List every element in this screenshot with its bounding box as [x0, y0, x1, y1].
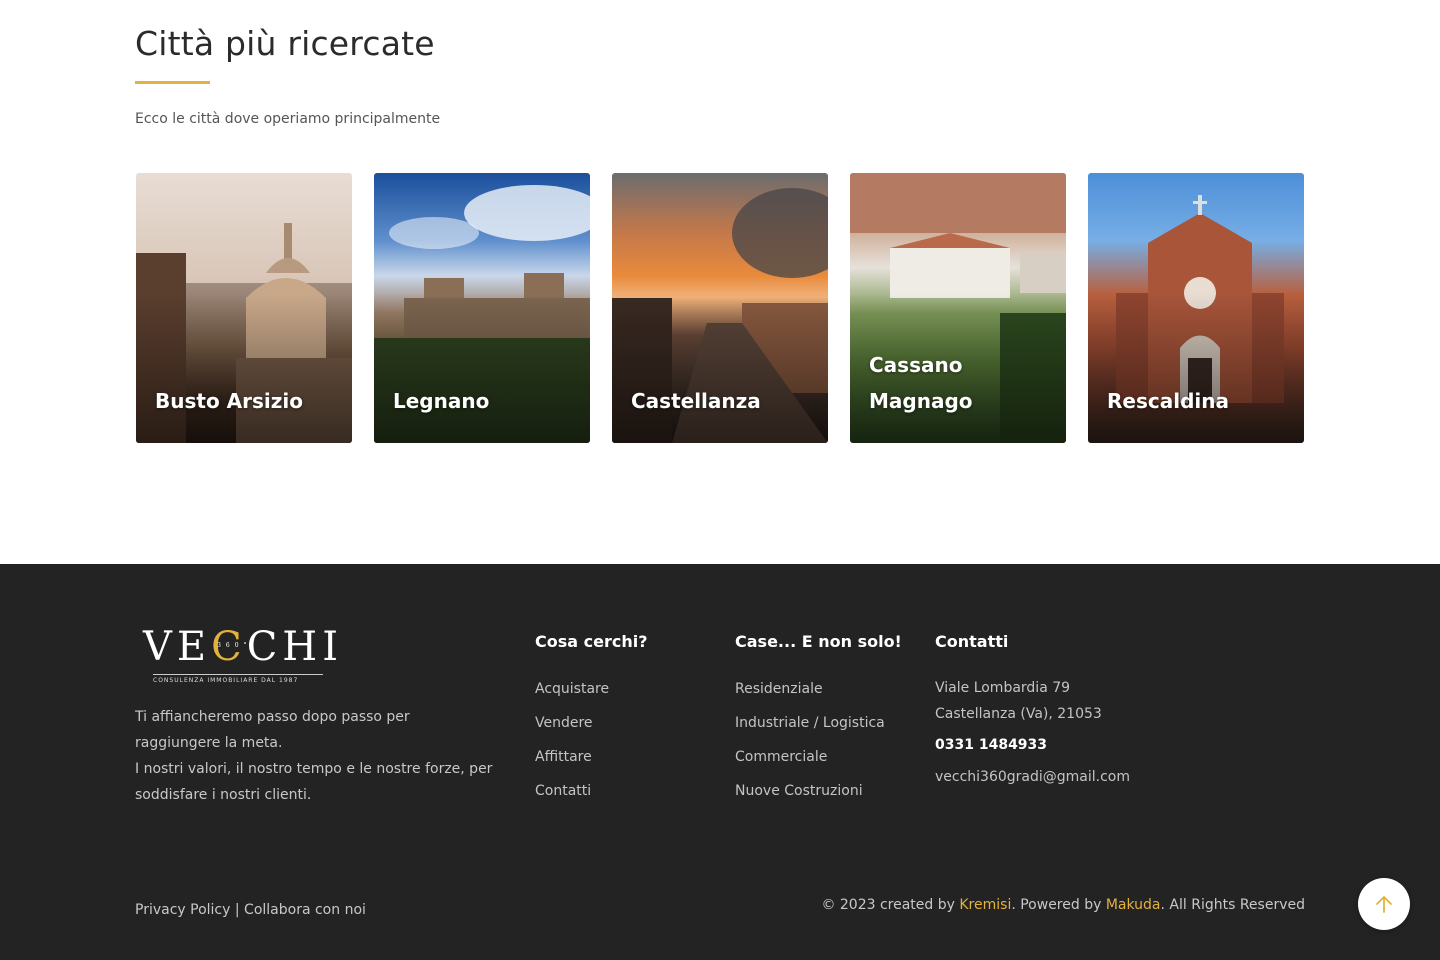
link-nuove-costruzioni[interactable]: Nuove Costruzioni [735, 783, 902, 799]
city-card-castellanza[interactable]: Castellanza [612, 173, 828, 443]
footer-col-cosa-cerchi: Cosa cerchi? Acquistare Vendere Affittar… [535, 632, 648, 817]
city-name: Busto Arsizio [155, 389, 303, 413]
section-title: Città più ricercate [135, 24, 435, 63]
link-acquistare[interactable]: Acquistare [535, 681, 648, 697]
footer-about: Ti affiancheremo passo dopo passo per ra… [135, 704, 495, 808]
kremisi-link[interactable]: Kremisi [959, 897, 1011, 913]
city-card-cassano-magnago[interactable]: Cassano Magnago [850, 173, 1066, 443]
logo-wordmark: VEC 360° CHI [143, 624, 343, 670]
section-subtitle: Ecco le città dove operiamo principalmen… [135, 111, 441, 127]
collabora-link[interactable]: Collabora con noi [244, 902, 366, 918]
city-name: Legnano [393, 389, 490, 413]
col-title: Contatti [935, 632, 1009, 651]
col-title: Cosa cerchi? [535, 632, 648, 651]
link-commerciale[interactable]: Commerciale [735, 749, 902, 765]
footer-col-contatti: Contatti Viale Lombardia 79 Castellanza … [935, 632, 1130, 790]
email-link[interactable]: vecchi360gradi@gmail.com [935, 764, 1130, 790]
link-residenziale[interactable]: Residenziale [735, 681, 902, 697]
credits: © 2023 created by Kremisi. Powered by Ma… [821, 897, 1305, 913]
legal-links: Privacy Policy | Collabora con noi [135, 902, 366, 918]
card-shade [374, 293, 590, 443]
logo-tagline: CONSULENZA IMMOBILIARE DAL 1987 [153, 674, 323, 684]
card-shade [612, 293, 828, 443]
city-card-legnano[interactable]: Legnano [374, 173, 590, 443]
link-vendere[interactable]: Vendere [535, 715, 648, 731]
city-card-busto-arsizio[interactable]: Busto Arsizio [136, 173, 352, 443]
arrow-up-icon [1376, 896, 1392, 913]
credits-prefix: © 2023 created by [821, 897, 960, 913]
cities-section: Città più ricercate Ecco le città dove o… [0, 0, 1440, 564]
title-underline [135, 81, 210, 84]
about-line-1: Ti affiancheremo passo dopo passo per ra… [135, 709, 410, 751]
card-shade [1088, 293, 1304, 443]
legal-separator: | [230, 902, 245, 918]
city-cards: Busto Arsizio Legnano Castellanza Cassan… [136, 173, 1304, 443]
city-name: Rescaldina [1107, 389, 1229, 413]
footer-col-case: Case... E non solo! Residenziale Industr… [735, 632, 902, 817]
link-affittare[interactable]: Affittare [535, 749, 648, 765]
about-line-2: I nostri valori, il nostro tempo e le no… [135, 761, 493, 803]
address-line-1: Viale Lombardia 79 [935, 680, 1071, 696]
link-industriale-logistica[interactable]: Industriale / Logistica [735, 715, 902, 731]
city-card-rescaldina[interactable]: Rescaldina [1088, 173, 1304, 443]
card-shade [136, 293, 352, 443]
vecchi-logo[interactable]: VEC 360° CHI CONSULENZA IMMOBILIARE DAL 19… [141, 620, 338, 688]
credits-middle: . Powered by [1011, 897, 1106, 913]
makuda-link[interactable]: Makuda [1106, 897, 1161, 913]
city-name: Castellanza [631, 389, 761, 413]
credits-suffix: . All Rights Reserved [1160, 897, 1305, 913]
phone-link[interactable]: 0331 1484933 [935, 732, 1130, 758]
city-name: Cassano Magnago [869, 353, 973, 413]
site-footer: VEC 360° CHI CONSULENZA IMMOBILIARE DAL 19… [0, 564, 1440, 960]
privacy-policy-link[interactable]: Privacy Policy [135, 902, 230, 918]
link-contatti[interactable]: Contatti [535, 783, 648, 799]
logo-badge: 360° [217, 642, 252, 649]
scroll-to-top-button[interactable] [1358, 878, 1410, 930]
col-title: Case... E non solo! [735, 632, 902, 651]
address-line-2: Castellanza (Va), 21053 [935, 706, 1102, 722]
